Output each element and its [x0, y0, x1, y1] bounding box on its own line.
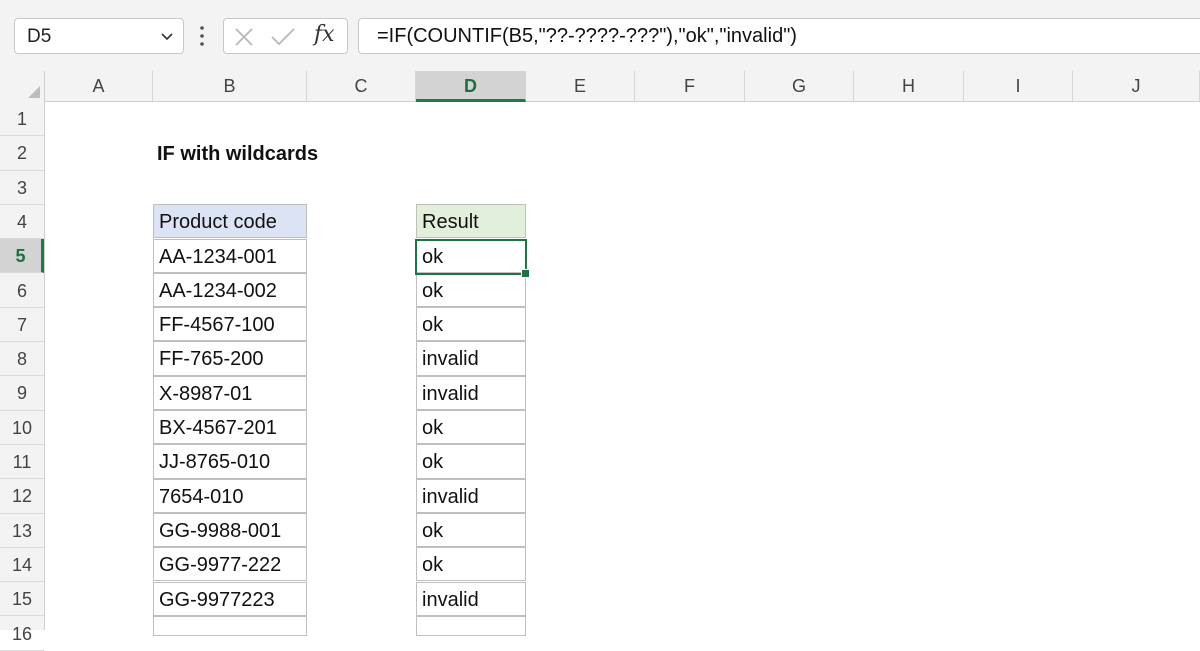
result-cell[interactable]: invalid: [416, 478, 526, 513]
product-code-cell[interactable]: FF-4567-100: [153, 307, 307, 342]
name-box-value: D5: [27, 26, 52, 47]
row-header[interactable]: 1: [0, 102, 44, 137]
row-header[interactable]: 8: [0, 342, 44, 377]
row-header[interactable]: 15: [0, 582, 44, 617]
column-header-d[interactable]: D: [416, 71, 526, 102]
result-cell[interactable]: ok: [416, 272, 526, 308]
product-code-cell[interactable]: JJ-8765-010: [153, 444, 307, 479]
column-header-h[interactable]: H: [854, 71, 964, 102]
row-header[interactable]: 4: [0, 205, 44, 240]
active-cell-selection[interactable]: [415, 238, 527, 275]
product-code-cell[interactable]: 7654-010: [153, 478, 307, 513]
product-code-cell[interactable]: GG-9988-001: [153, 512, 307, 548]
column-header-a[interactable]: A: [45, 71, 153, 102]
header-cell-result[interactable]: Result: [416, 204, 526, 239]
column-header-b[interactable]: B: [153, 71, 307, 102]
worksheet-grid: A B C D E F G H I J 1 2 3 4 5 6 7 8 9 10…: [0, 71, 1200, 651]
column-header-i[interactable]: I: [964, 71, 1073, 102]
formula-controls: fx: [223, 18, 348, 54]
result-cell[interactable]: invalid: [416, 375, 526, 410]
result-cell[interactable]: invalid: [416, 341, 526, 376]
insert-function-button[interactable]: fx: [314, 22, 335, 47]
row-header[interactable]: 9: [0, 376, 44, 411]
header-cell-product-code[interactable]: Product code: [153, 204, 307, 239]
column-header-j[interactable]: J: [1073, 71, 1200, 102]
select-all-icon: [28, 86, 40, 98]
row-header[interactable]: 7: [0, 308, 44, 343]
result-cell[interactable]: ok: [416, 410, 526, 445]
row-header-column: 1 2 3 4 5 6 7 8 9 10 11 12 13 14 15 16: [0, 102, 45, 651]
product-code-cell[interactable]: FF-765-200: [153, 341, 307, 376]
name-box[interactable]: D5: [14, 18, 184, 54]
result-cell[interactable]: ok: [416, 512, 526, 548]
product-code-cell[interactable]: X-8987-01: [153, 375, 307, 410]
result-cell-partial[interactable]: [416, 615, 526, 636]
formula-input[interactable]: =IF(COUNTIF(B5,"??-????-???"),"ok","inva…: [358, 18, 1200, 54]
enter-check-icon[interactable]: [270, 27, 296, 47]
result-cell[interactable]: ok: [416, 307, 526, 342]
row-header[interactable]: 13: [0, 514, 44, 548]
product-code-cell-partial[interactable]: [153, 615, 307, 636]
product-code-cell[interactable]: BX-4567-201: [153, 410, 307, 445]
column-header-f[interactable]: F: [635, 71, 745, 102]
row-header[interactable]: 2: [0, 136, 44, 171]
column-header-e[interactable]: E: [526, 71, 635, 102]
fill-handle[interactable]: [521, 269, 530, 278]
row-header[interactable]: 16: [0, 617, 44, 651]
product-code-cell[interactable]: GG-9977-222: [153, 547, 307, 582]
row-header-selected[interactable]: 5: [0, 239, 44, 274]
cancel-icon[interactable]: [234, 27, 254, 47]
select-all-button[interactable]: [0, 71, 45, 102]
sheet-title[interactable]: IF with wildcards: [157, 143, 318, 166]
result-cell[interactable]: invalid: [416, 581, 526, 616]
column-header-row: A B C D E F G H I J: [0, 71, 1200, 102]
row-header[interactable]: 12: [0, 479, 44, 514]
row-header[interactable]: 14: [0, 548, 44, 583]
row-header[interactable]: 11: [0, 445, 44, 480]
product-code-cell[interactable]: AA-1234-001: [153, 238, 307, 273]
row-header[interactable]: 3: [0, 171, 44, 205]
formula-bar: D5 fx =IF(COUNTIF(B5,"??-????-???"),"ok"…: [0, 0, 1200, 71]
row-header[interactable]: 6: [0, 274, 44, 308]
chevron-down-icon[interactable]: [159, 28, 175, 44]
column-header-g[interactable]: G: [745, 71, 854, 102]
product-code-cell[interactable]: AA-1234-002: [153, 272, 307, 308]
column-header-c[interactable]: C: [307, 71, 416, 102]
more-options-icon[interactable]: [199, 24, 205, 48]
result-cell[interactable]: ok: [416, 547, 526, 582]
result-cell[interactable]: ok: [416, 444, 526, 479]
formula-text: =IF(COUNTIF(B5,"??-????-???"),"ok","inva…: [377, 25, 797, 47]
product-code-cell[interactable]: GG-9977223: [153, 581, 307, 616]
row-header[interactable]: 10: [0, 411, 44, 445]
